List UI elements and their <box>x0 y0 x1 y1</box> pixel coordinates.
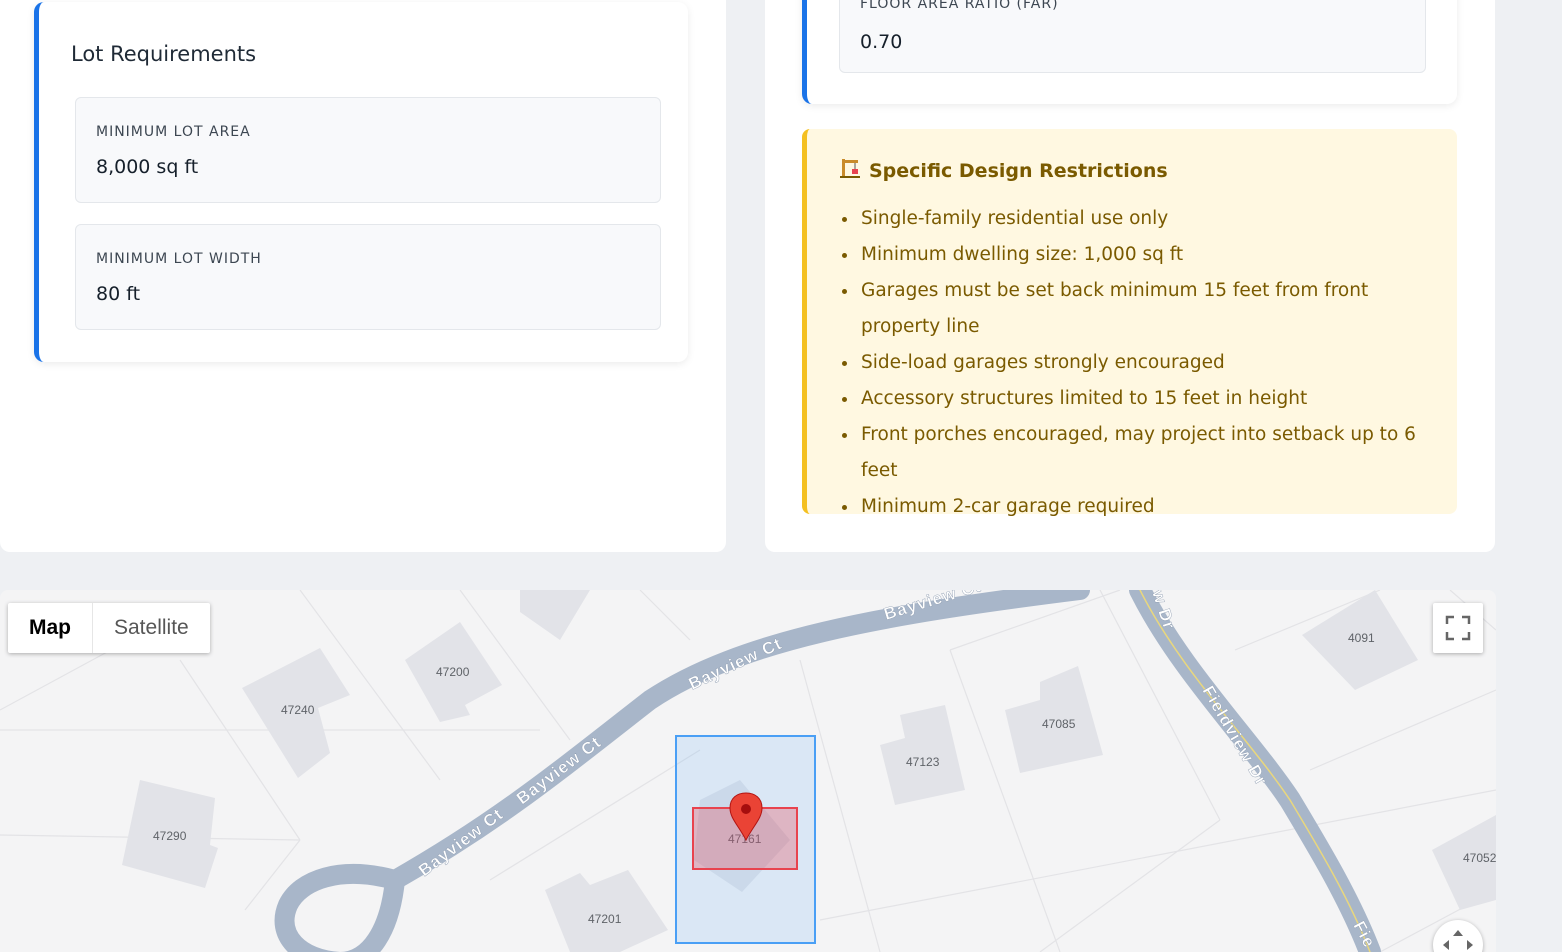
list-item: Accessory structures limited to 15 feet … <box>859 381 1449 417</box>
design-restrictions-list: Single-family residential use only Minim… <box>835 201 1449 525</box>
map-type-map-button[interactable]: Map <box>8 603 92 653</box>
far-label: FLOOR AREA RATIO (FAR) <box>860 0 1059 12</box>
list-item: Minimum 2-car garage required <box>859 489 1449 525</box>
street-label: Fieldview Dr <box>1199 683 1272 790</box>
min-lot-width-value: 80 ft <box>96 283 141 305</box>
map-type-satellite-button[interactable]: Satellite <box>92 603 210 653</box>
far-card: FLOOR AREA RATIO (FAR) 0.70 <box>802 0 1457 104</box>
min-lot-area-box: MINIMUM LOT AREA 8,000 sq ft <box>75 97 661 203</box>
house-number: 4091 <box>1348 631 1375 645</box>
street-label: Bayview Ct <box>415 804 507 880</box>
house-number: 47290 <box>153 829 187 843</box>
far-value: 0.70 <box>860 31 903 53</box>
design-restrictions-card: Specific Design Restrictions Single-fami… <box>802 129 1457 517</box>
min-lot-width-label: MINIMUM LOT WIDTH <box>96 251 262 267</box>
camera-control-button[interactable] <box>1433 920 1483 952</box>
min-lot-width-box: MINIMUM LOT WIDTH 80 ft <box>75 224 661 330</box>
map-type-control: Map Satellite <box>8 603 210 653</box>
min-lot-area-label: MINIMUM LOT AREA <box>96 124 251 140</box>
min-lot-area-value: 8,000 sq ft <box>96 156 199 178</box>
list-item: Single-family residential use only <box>859 201 1449 237</box>
camera-control-icon <box>1443 930 1473 950</box>
house-number: 47201 <box>588 912 622 926</box>
lot-requirements-card: Lot Requirements MINIMUM LOT AREA 8,000 … <box>34 2 688 362</box>
list-item: Front porches encouraged, may project in… <box>859 417 1449 489</box>
map-canvas[interactable]: Bayview Ct Bayview Ct Bayview Ct Bayview… <box>0 590 1496 952</box>
fullscreen-icon <box>1445 615 1471 641</box>
house-number: 47052 <box>1463 851 1496 865</box>
far-box: FLOOR AREA RATIO (FAR) 0.70 <box>839 0 1426 73</box>
house-number: 47085 <box>1042 717 1076 731</box>
list-item: Garages must be set back minimum 15 feet… <box>859 273 1449 345</box>
fullscreen-button[interactable] <box>1433 603 1483 653</box>
list-item: Side-load garages strongly encouraged <box>859 345 1449 381</box>
house-number: 47200 <box>436 665 470 679</box>
list-item: Minimum dwelling size: 1,000 sq ft <box>859 237 1449 273</box>
lot-requirements-title: Lot Requirements <box>71 42 257 66</box>
map-view[interactable]: Bayview Ct Bayview Ct Bayview Ct Bayview… <box>0 590 1496 952</box>
design-restrictions-heading: Specific Design Restrictions <box>839 157 1168 184</box>
house-number: 47240 <box>281 703 315 717</box>
street-label: Bayview Ct <box>513 732 605 808</box>
house-number: 47123 <box>906 755 940 769</box>
design-restrictions-title: Specific Design Restrictions <box>869 159 1168 182</box>
construction-crane-icon <box>839 157 861 184</box>
